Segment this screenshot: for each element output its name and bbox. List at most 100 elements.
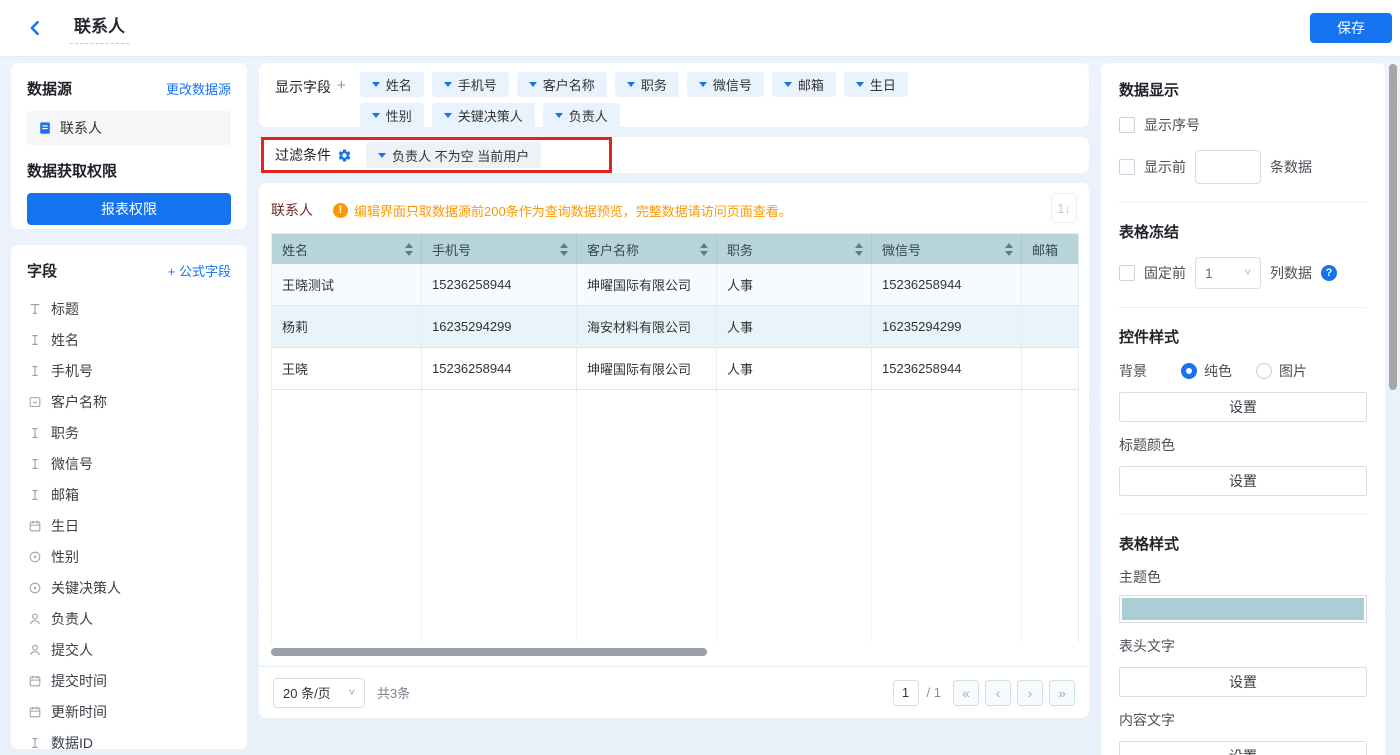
show-index-label: 显示序号 bbox=[1144, 115, 1200, 135]
next-page-button[interactable]: › bbox=[1017, 680, 1043, 706]
field-item[interactable]: 数据ID bbox=[27, 727, 231, 750]
show-first-suffix: 条数据 bbox=[1270, 157, 1312, 177]
radio-selected-icon[interactable] bbox=[1181, 363, 1197, 379]
current-page-input[interactable]: 1 bbox=[893, 680, 919, 706]
field-item[interactable]: 生日 bbox=[27, 510, 231, 541]
field-item[interactable]: 微信号 bbox=[27, 448, 231, 479]
table-cell: 人事 bbox=[717, 264, 872, 305]
field-item[interactable]: 提交人 bbox=[27, 634, 231, 665]
field-item[interactable]: 标题 bbox=[27, 293, 231, 324]
field-item[interactable]: 职务 bbox=[27, 417, 231, 448]
select-field-icon bbox=[27, 394, 42, 409]
date-field-icon bbox=[27, 518, 42, 533]
bg-image-option[interactable]: 图片 bbox=[1256, 361, 1307, 381]
permission-title: 数据获取权限 bbox=[27, 160, 231, 181]
filter-condition-tag[interactable]: 负责人 不为空 当前用户 bbox=[366, 142, 541, 168]
display-field-tag[interactable]: 性别 bbox=[360, 103, 424, 128]
table-cell: 15236258944 bbox=[422, 348, 577, 389]
first-page-button[interactable]: « bbox=[953, 680, 979, 706]
field-item[interactable]: 姓名 bbox=[27, 324, 231, 355]
field-item[interactable]: 性别 bbox=[27, 541, 231, 572]
field-item-label: 邮箱 bbox=[51, 485, 79, 505]
change-datasource-link[interactable]: 更改数据源 bbox=[166, 79, 231, 98]
column-header[interactable]: 姓名 bbox=[272, 234, 422, 264]
show-first-count-input[interactable] bbox=[1195, 150, 1261, 184]
column-header[interactable]: 手机号 bbox=[422, 234, 577, 264]
bg-solid-option[interactable]: 纯色 bbox=[1181, 361, 1232, 381]
help-icon[interactable]: ? bbox=[1321, 265, 1337, 281]
text-field-icon bbox=[27, 456, 42, 471]
show-first-prefix: 显示前 bbox=[1144, 157, 1186, 177]
display-field-tag[interactable]: 客户名称 bbox=[517, 72, 607, 97]
display-fields-label: 显示字段 bbox=[275, 77, 331, 97]
prev-page-button[interactable]: ‹ bbox=[985, 680, 1011, 706]
last-page-button[interactable]: » bbox=[1049, 680, 1075, 706]
data-display-title: 数据显示 bbox=[1119, 79, 1367, 100]
sort-arrows-icon[interactable] bbox=[1005, 243, 1013, 256]
theme-color-swatch bbox=[1122, 598, 1364, 620]
display-field-tag[interactable]: 姓名 bbox=[360, 72, 424, 97]
sort-order-button[interactable]: 1↓ bbox=[1051, 193, 1077, 223]
table-cell: 坤曜国际有限公司 bbox=[577, 264, 717, 305]
sort-arrows-icon[interactable] bbox=[560, 243, 568, 256]
chevron-down-icon bbox=[372, 82, 380, 87]
gear-icon[interactable] bbox=[337, 148, 352, 163]
display-field-tag[interactable]: 手机号 bbox=[432, 72, 509, 97]
chevron-down-icon bbox=[627, 82, 635, 87]
field-item[interactable]: 手机号 bbox=[27, 355, 231, 386]
display-field-tag[interactable]: 关键决策人 bbox=[432, 103, 535, 128]
column-header[interactable]: 微信号 bbox=[872, 234, 1022, 264]
widget-style-title: 控件样式 bbox=[1119, 326, 1367, 347]
display-field-tag[interactable]: 职务 bbox=[615, 72, 679, 97]
back-icon[interactable] bbox=[26, 17, 48, 39]
show-first-checkbox[interactable] bbox=[1119, 159, 1135, 175]
content-text-set-button[interactable]: 设置 bbox=[1119, 741, 1367, 755]
display-field-tag[interactable]: 生日 bbox=[844, 72, 908, 97]
sort-arrows-icon[interactable] bbox=[700, 243, 708, 256]
freeze-prefix: 固定前 bbox=[1144, 263, 1186, 283]
table-cell bbox=[1022, 306, 1078, 347]
datasource-item[interactable]: 联系人 bbox=[27, 111, 231, 145]
column-header[interactable]: 客户名称 bbox=[577, 234, 717, 264]
field-item[interactable]: 关键决策人 bbox=[27, 572, 231, 603]
sort-arrows-icon[interactable] bbox=[405, 243, 413, 256]
text-field-icon bbox=[27, 425, 42, 440]
text-field-icon bbox=[27, 735, 42, 750]
settings-panel: 数据显示 显示序号 显示前 条数据 表格冻结 固定前 1 ˅ 列数据 ? 控件样… bbox=[1100, 62, 1386, 755]
header-text-set-button[interactable]: 设置 bbox=[1119, 667, 1367, 697]
field-item-label: 关键决策人 bbox=[51, 578, 121, 598]
chevron-down-icon bbox=[784, 82, 792, 87]
show-index-checkbox[interactable] bbox=[1119, 117, 1135, 133]
field-item[interactable]: 客户名称 bbox=[27, 386, 231, 417]
report-permission-button[interactable]: 报表权限 bbox=[27, 193, 231, 225]
page-size-select[interactable]: 20 条/页 ˅ bbox=[273, 678, 365, 708]
display-field-tag[interactable]: 负责人 bbox=[543, 103, 620, 128]
add-display-field-button[interactable]: + bbox=[337, 77, 346, 94]
field-item[interactable]: 更新时间 bbox=[27, 696, 231, 727]
sort-arrows-icon[interactable] bbox=[855, 243, 863, 256]
display-field-tag[interactable]: 邮箱 bbox=[772, 72, 836, 97]
freeze-checkbox[interactable] bbox=[1119, 265, 1135, 281]
add-formula-field-link[interactable]: + 公式字段 bbox=[168, 261, 231, 280]
field-item[interactable]: 提交时间 bbox=[27, 665, 231, 696]
column-header[interactable]: 职务 bbox=[717, 234, 872, 264]
table-cell: 人事 bbox=[717, 306, 872, 347]
column-header[interactable]: 邮箱 bbox=[1022, 234, 1078, 264]
save-button[interactable]: 保存 bbox=[1310, 13, 1392, 43]
field-item[interactable]: 负责人 bbox=[27, 603, 231, 634]
chevron-down-icon: ˅ bbox=[349, 687, 355, 699]
column-header-label: 客户名称 bbox=[587, 240, 639, 259]
theme-color-picker[interactable] bbox=[1119, 595, 1367, 623]
horizontal-scrollbar-track bbox=[271, 648, 1079, 656]
radio-unselected-icon[interactable] bbox=[1256, 363, 1272, 379]
title-color-set-button[interactable]: 设置 bbox=[1119, 466, 1367, 496]
page-total-label: / 1 bbox=[927, 685, 941, 700]
field-item[interactable]: 邮箱 bbox=[27, 479, 231, 510]
vertical-scrollbar[interactable] bbox=[1389, 64, 1397, 390]
content-text-label: 内容文字 bbox=[1119, 710, 1367, 730]
freeze-count-select[interactable]: 1 ˅ bbox=[1195, 257, 1261, 289]
horizontal-scrollbar[interactable] bbox=[271, 648, 707, 656]
display-field-tag[interactable]: 微信号 bbox=[687, 72, 764, 97]
chevron-down-icon bbox=[372, 113, 380, 118]
background-set-button[interactable]: 设置 bbox=[1119, 392, 1367, 422]
